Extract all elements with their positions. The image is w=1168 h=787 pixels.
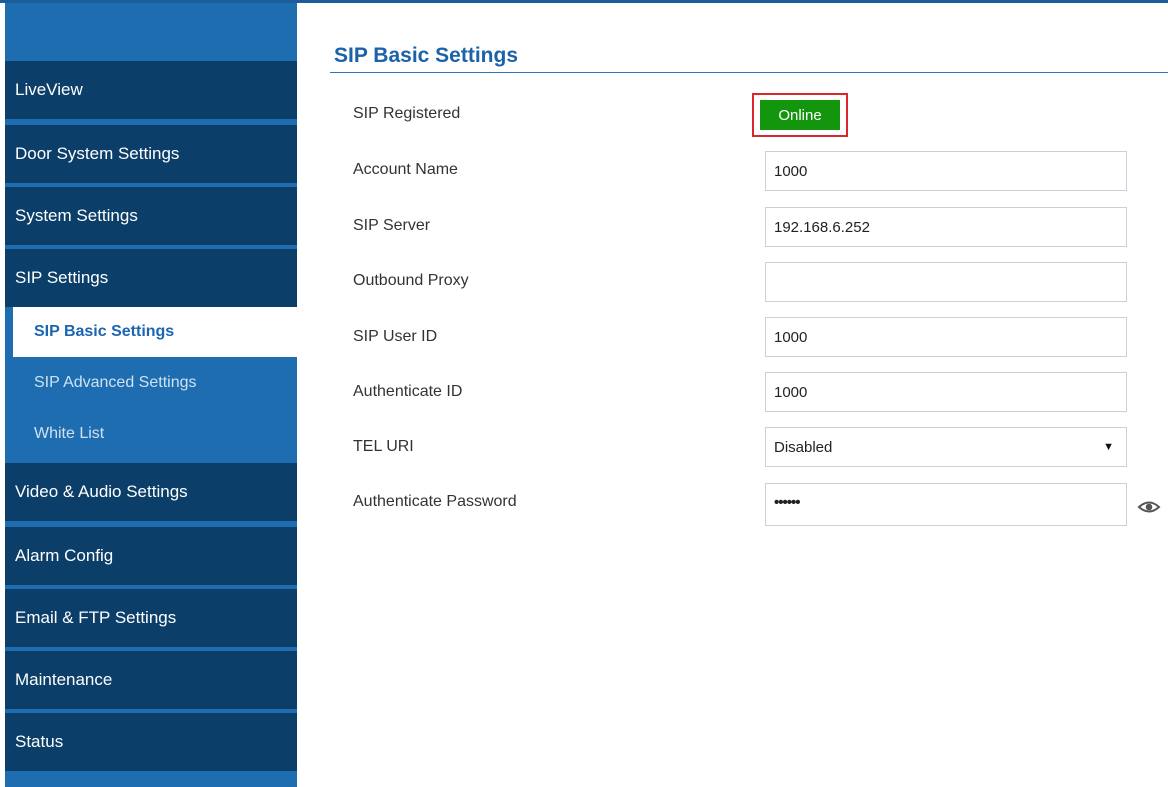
outbound-proxy-label: Outbound Proxy	[353, 272, 469, 289]
sip-registered-label: SIP Registered	[353, 105, 461, 122]
sidebar-item-liveview[interactable]: LiveView	[5, 61, 297, 119]
sip-user-id-label: SIP User ID	[353, 328, 438, 345]
sidebar-item-email-ftp-settings[interactable]: Email & FTP Settings	[5, 589, 297, 647]
sidebar-item-video-audio-settings[interactable]: Video & Audio Settings	[5, 463, 297, 521]
sidebar-subitem-sip-advanced-settings[interactable]: SIP Advanced Settings	[5, 358, 297, 408]
sidebar-item-door-system-settings[interactable]: Door System Settings	[5, 125, 297, 183]
sip-server-field[interactable]	[765, 207, 1127, 247]
authenticate-id-field[interactable]	[765, 372, 1127, 412]
account-name-field[interactable]	[765, 151, 1127, 191]
tel-uri-select[interactable]: Disabled ▼	[765, 427, 1127, 467]
status-highlight-box: Online	[752, 93, 848, 137]
sidebar-item-alarm-config[interactable]: Alarm Config	[5, 527, 297, 585]
sip-server-label: SIP Server	[353, 217, 431, 234]
sidebar-subitem-sip-basic-settings[interactable]: SIP Basic Settings	[13, 307, 297, 357]
sidebar-item-status[interactable]: Status	[5, 713, 297, 771]
sidebar-item-system-settings[interactable]: System Settings	[5, 187, 297, 245]
sip-user-id-field[interactable]	[765, 317, 1127, 357]
tel-uri-selected-value: Disabled	[774, 438, 833, 456]
authenticate-id-label: Authenticate ID	[353, 383, 463, 400]
sidebar-item-sip-settings[interactable]: SIP Settings	[5, 249, 297, 307]
authenticate-password-label: Authenticate Password	[353, 493, 517, 510]
title-divider	[330, 72, 1168, 73]
authenticate-password-field[interactable]: ••••••	[765, 483, 1127, 526]
caret-down-icon: ▼	[1103, 441, 1114, 453]
eye-icon[interactable]	[1137, 498, 1161, 516]
account-name-label: Account Name	[353, 161, 458, 178]
tel-uri-label: TEL URI	[353, 438, 414, 455]
sidebar: LiveView Door System Settings System Set…	[5, 3, 297, 787]
outbound-proxy-field[interactable]	[765, 262, 1127, 302]
sidebar-item-maintenance[interactable]: Maintenance	[5, 651, 297, 709]
status-badge: Online	[760, 100, 840, 130]
main-content: SIP Basic Settings SIP Registered Online…	[330, 0, 1168, 787]
page-title: SIP Basic Settings	[334, 44, 519, 67]
sidebar-subitem-white-list[interactable]: White List	[5, 409, 297, 459]
